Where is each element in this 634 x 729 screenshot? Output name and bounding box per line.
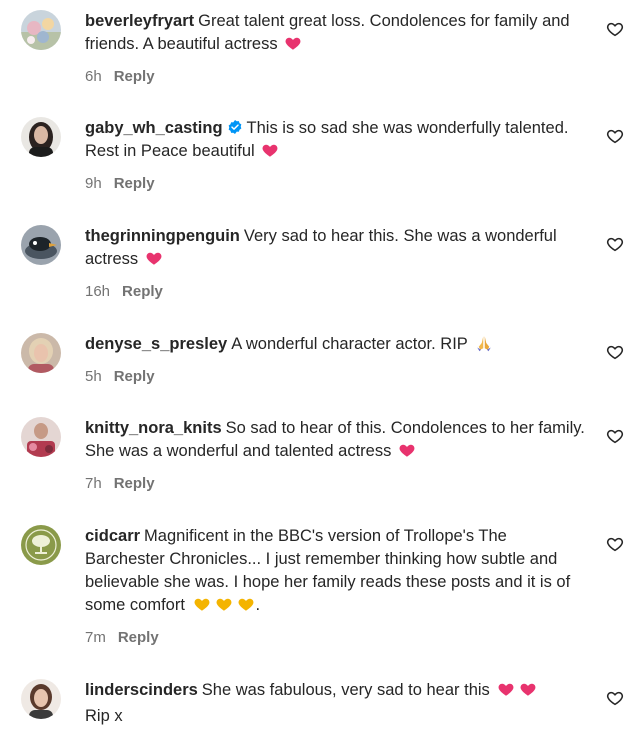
comment-text: Magnificent in the BBC's version of Trol… xyxy=(85,527,571,614)
comment-username[interactable]: thegrinningpenguin xyxy=(85,227,240,245)
comment-meta: 7h Reply xyxy=(85,475,585,493)
like-heart-icon[interactable] xyxy=(606,127,624,145)
yellow-heart-emoji-icon xyxy=(192,595,212,620)
comment-body: thegrinningpenguin Very sad to hear this.… xyxy=(85,225,585,301)
comment-body: knitty_nora_knits So sad to hear of this.… xyxy=(85,417,585,493)
like-heart-icon[interactable] xyxy=(606,20,624,38)
avatar[interactable] xyxy=(21,679,61,719)
comment-meta: 9h Reply xyxy=(85,175,585,193)
comment-username[interactable]: beverleyfryart xyxy=(85,12,194,30)
heart-emoji-icon xyxy=(518,680,538,705)
avatar[interactable] xyxy=(21,417,61,457)
avatar-portrait-brunette-icon xyxy=(21,679,61,719)
heart-emoji-icon xyxy=(284,34,302,59)
reply-button[interactable]: Reply xyxy=(114,175,155,192)
reply-button[interactable]: Reply xyxy=(114,368,155,385)
avatar-flowers-icon xyxy=(21,10,61,50)
avatar[interactable] xyxy=(21,225,61,265)
avatar[interactable] xyxy=(21,10,61,50)
heart-emoji-icon xyxy=(398,441,416,466)
comment-username[interactable]: denyse_s_presley xyxy=(85,335,227,353)
like-heart-icon[interactable] xyxy=(606,343,624,361)
comment-time: 7m xyxy=(85,629,106,646)
heart-emoji-icon xyxy=(496,680,516,705)
like-heart-icon[interactable] xyxy=(606,235,624,253)
comment-username[interactable]: knitty_nora_knits xyxy=(85,419,222,437)
like-heart-icon[interactable] xyxy=(606,535,624,553)
avatar[interactable] xyxy=(21,525,61,565)
comment-text: A wonderful character actor. RIP xyxy=(231,335,468,353)
comment-username[interactable]: cidcarr xyxy=(85,527,140,545)
comment-text: She was fabulous, very sad to hear this xyxy=(201,681,490,699)
reply-button[interactable]: Reply xyxy=(122,283,163,300)
comment-meta: 6h Reply xyxy=(85,68,585,86)
comment-time: 6h xyxy=(85,68,102,85)
avatar-tree-logo-icon xyxy=(21,525,61,565)
avatar-penguin-icon xyxy=(21,225,61,265)
comment-meta: 7m Reply xyxy=(85,629,585,647)
reply-button[interactable]: Reply xyxy=(114,68,155,85)
comments-list: beverleyfryart Great talent great loss. C… xyxy=(0,0,634,729)
comment-time: 5h xyxy=(85,368,102,385)
comment-body: denyse_s_presley A wonderful character ac… xyxy=(85,333,585,386)
comment-meta: 5h Reply xyxy=(85,368,585,386)
avatar[interactable] xyxy=(21,117,61,157)
like-heart-icon[interactable] xyxy=(606,689,624,707)
comment-body: cidcarr Magnificent in the BBC's version … xyxy=(85,525,585,647)
comment-username[interactable]: gaby_wh_casting xyxy=(85,119,223,137)
like-heart-icon[interactable] xyxy=(606,427,624,445)
comment-text-continued: Rip x xyxy=(85,707,123,725)
reply-button[interactable]: Reply xyxy=(118,629,159,646)
avatar-portrait-dark-hair-icon xyxy=(21,117,61,157)
yellow-heart-emoji-icon xyxy=(236,595,256,620)
heart-emoji-icon xyxy=(261,141,279,166)
reply-button[interactable]: Reply xyxy=(114,475,155,492)
avatar[interactable] xyxy=(21,333,61,373)
comment-body: gaby_wh_casting This is so sad she was wo… xyxy=(85,117,585,193)
comment-time: 7h xyxy=(85,475,102,492)
heart-emoji-icon xyxy=(145,249,163,274)
comment-username[interactable]: linderscinders xyxy=(85,681,198,699)
comment-body: beverleyfryart Great talent great loss. C… xyxy=(85,10,585,86)
yellow-heart-emoji-icon xyxy=(214,595,234,620)
comment-meta: 16h Reply xyxy=(85,283,585,301)
comment-body: linderscinders She was fabulous, very sad… xyxy=(85,679,585,728)
avatar-knitting-icon xyxy=(21,417,61,457)
comment-text-suffix: . xyxy=(255,596,261,614)
comment-time: 9h xyxy=(85,175,102,192)
avatar-portrait-blonde-icon xyxy=(21,333,61,373)
comment-time: 16h xyxy=(85,283,111,300)
praying-hands-emoji-icon xyxy=(474,334,494,359)
verified-badge-icon xyxy=(227,119,243,135)
